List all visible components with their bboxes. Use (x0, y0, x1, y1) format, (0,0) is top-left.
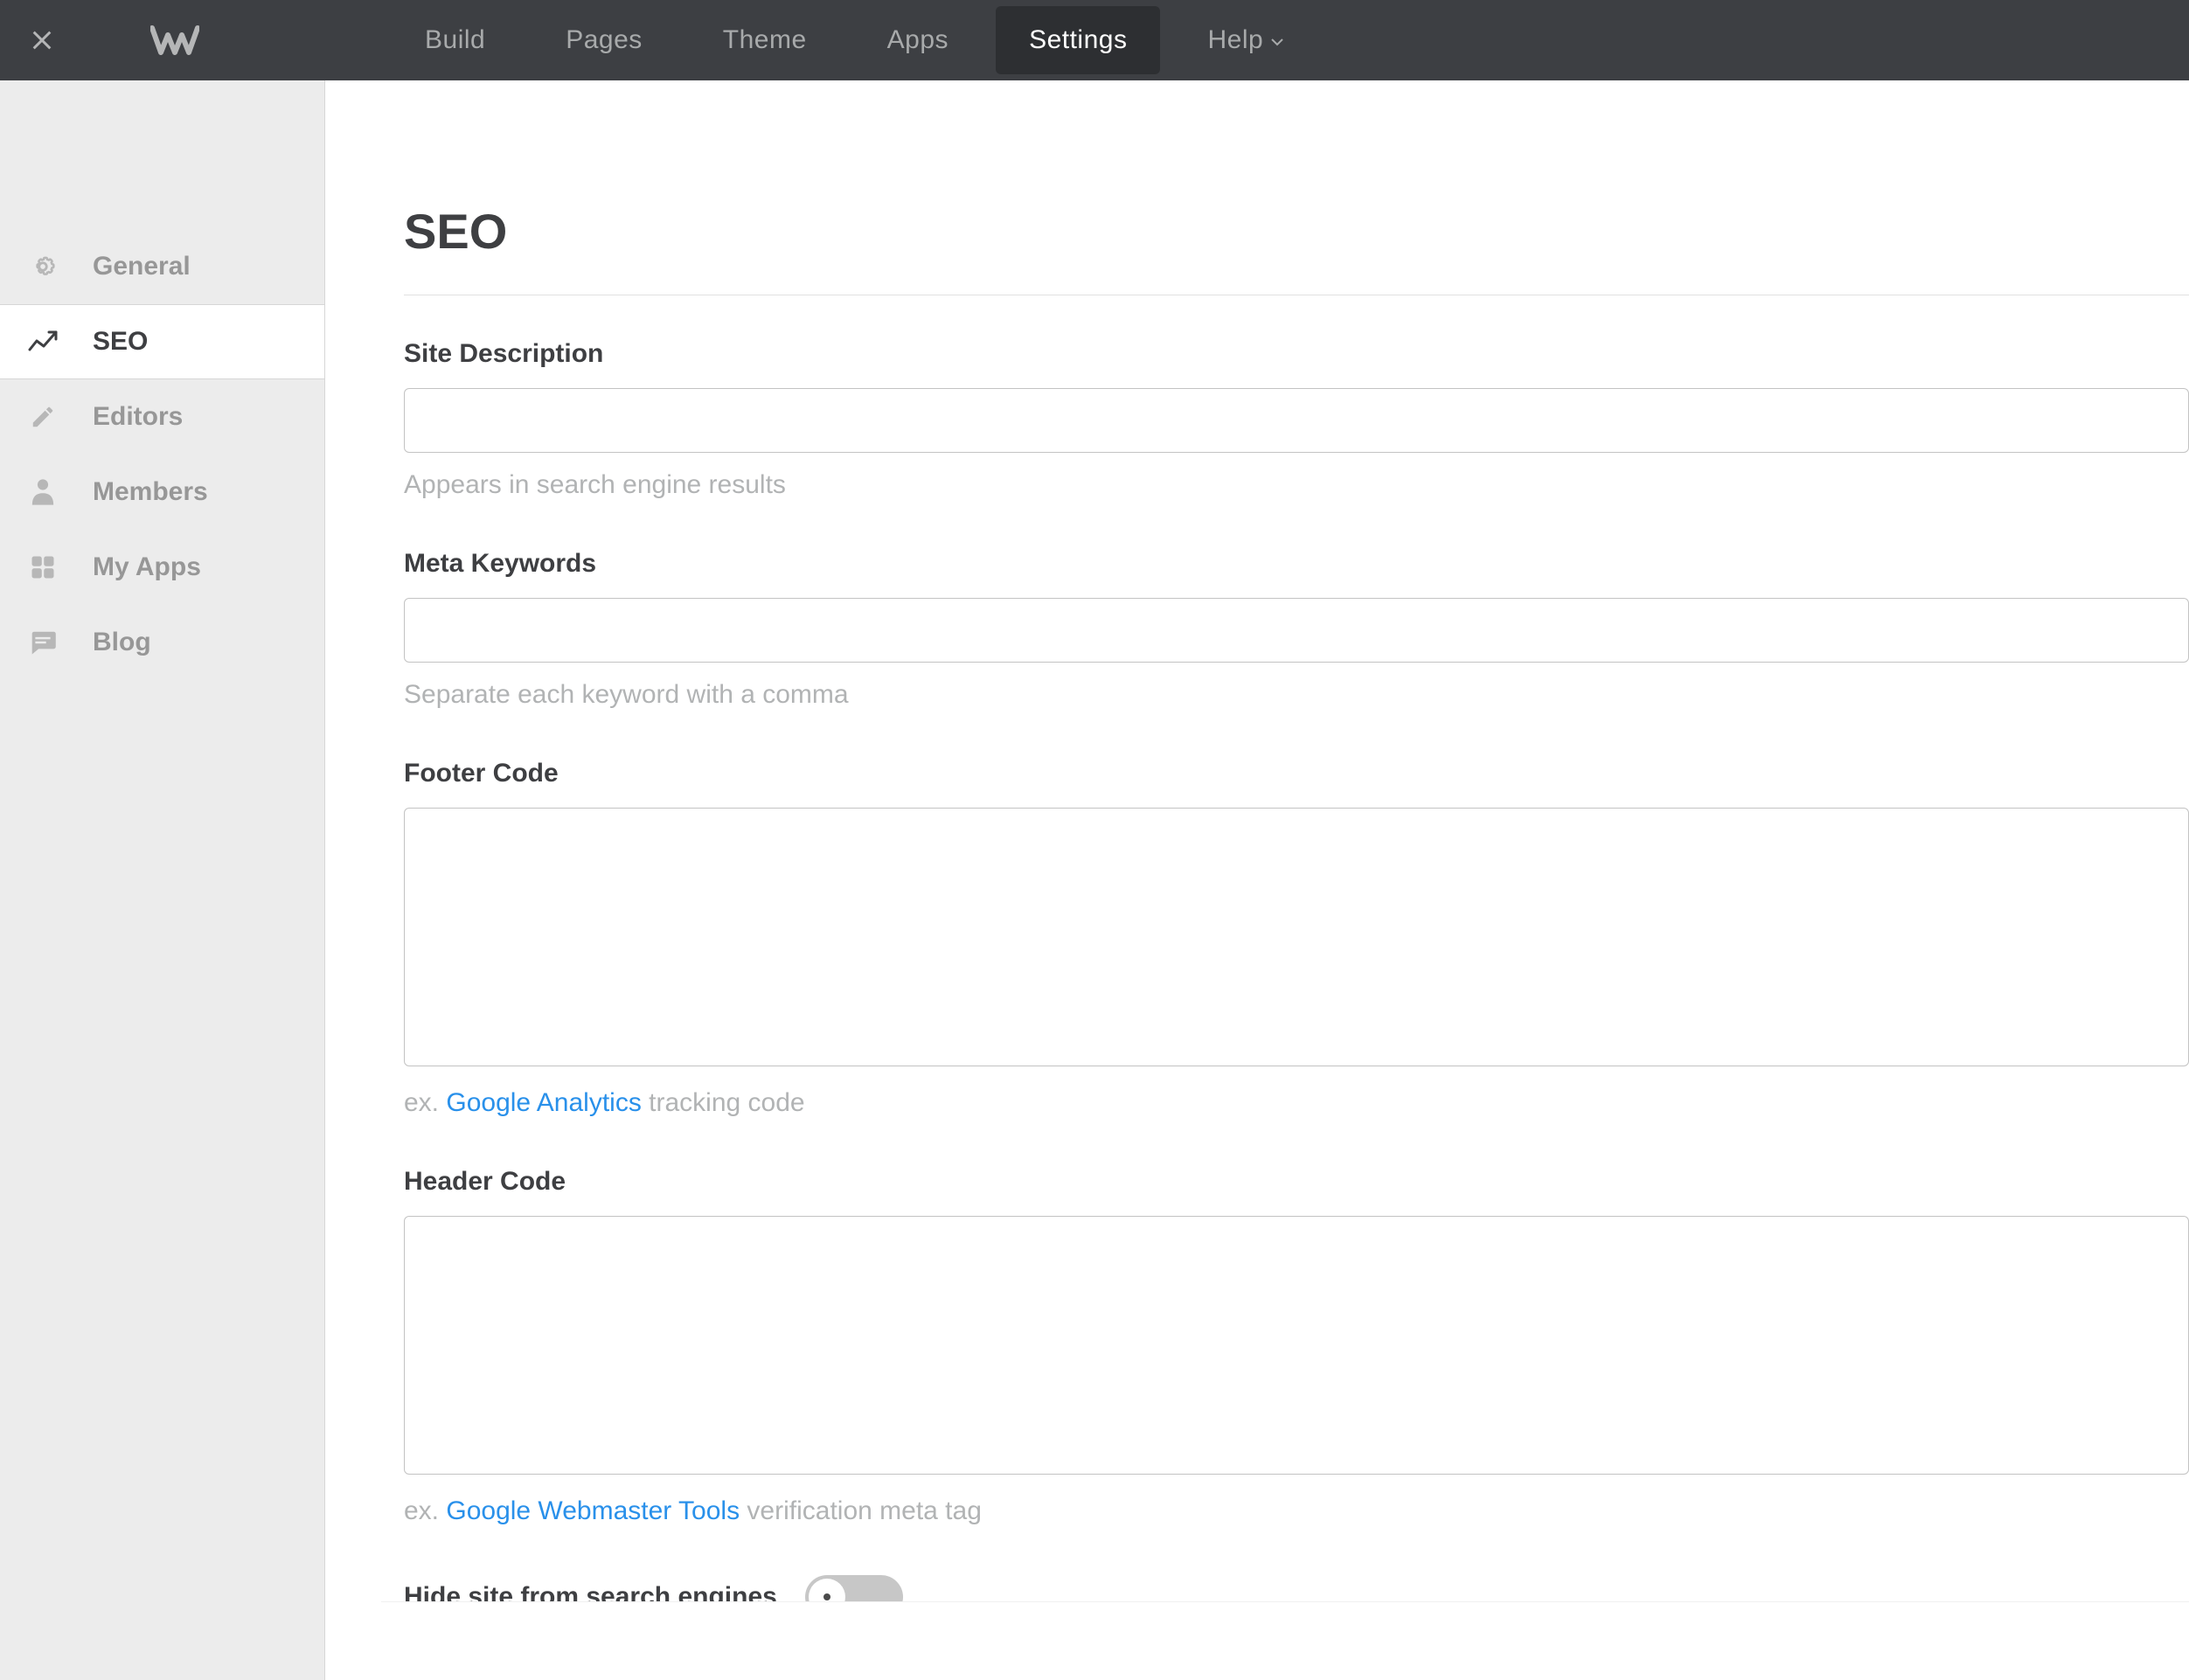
nav-apps[interactable]: Apps (854, 6, 982, 74)
google-webmaster-tools-link[interactable]: Google Webmaster Tools (446, 1496, 740, 1525)
topbar: Build Pages Theme Apps Settings Help (0, 0, 2189, 80)
nav-help[interactable]: Help (1174, 6, 1317, 74)
footer-code-textarea[interactable] (404, 808, 2189, 1066)
field-header-code: Header Code ex. Google Webmaster Tools v… (404, 1167, 2189, 1526)
sidebar: General SEO Editors (0, 80, 325, 1680)
field-meta-keywords: Meta Keywords Separate each keyword with… (404, 549, 2189, 710)
sidebar-item-label: General (93, 252, 191, 281)
hint-prefix: ex. (404, 1496, 446, 1525)
sidebar-item-seo[interactable]: SEO (0, 304, 324, 379)
sidebar-item-members[interactable]: Members (0, 455, 324, 530)
person-icon (24, 474, 61, 510)
logo[interactable] (147, 19, 203, 61)
field-hint: Appears in search engine results (404, 470, 2189, 500)
site-description-input[interactable] (404, 388, 2189, 453)
meta-keywords-input[interactable] (404, 598, 2189, 663)
sidebar-item-editors[interactable]: Editors (0, 379, 324, 455)
nav-theme[interactable]: Theme (690, 6, 840, 74)
field-label: Footer Code (404, 759, 2189, 788)
field-hint: ex. Google Analytics tracking code (404, 1088, 2189, 1118)
close-icon (30, 28, 54, 52)
sidebar-item-label: Members (93, 477, 208, 507)
field-hint: Separate each keyword with a comma (404, 680, 2189, 710)
hint-suffix: verification meta tag (740, 1496, 982, 1525)
content: SEO Site Description Appears in search e… (325, 80, 2189, 1680)
gear-icon (24, 248, 61, 285)
google-analytics-link[interactable]: Google Analytics (446, 1088, 641, 1117)
sidebar-item-blog[interactable]: Blog (0, 605, 324, 680)
field-footer-code: Footer Code ex. Google Analytics trackin… (404, 759, 2189, 1118)
sidebar-item-general[interactable]: General (0, 229, 324, 304)
sidebar-item-myapps[interactable]: My Apps (0, 530, 324, 605)
sidebar-item-label: SEO (93, 327, 148, 357)
grid-icon (24, 549, 61, 586)
header-code-textarea[interactable] (404, 1216, 2189, 1475)
field-label: Site Description (404, 339, 2189, 369)
chevron-down-icon (1270, 38, 1284, 46)
trend-icon (24, 323, 61, 360)
nav-help-label: Help (1207, 25, 1263, 55)
field-label: Meta Keywords (404, 549, 2189, 579)
nav-build[interactable]: Build (392, 6, 518, 74)
hint-prefix: ex. (404, 1088, 446, 1117)
bottom-strip (381, 1601, 2189, 1680)
field-hint: ex. Google Webmaster Tools verification … (404, 1496, 2189, 1526)
sidebar-item-label: My Apps (93, 552, 201, 582)
nav-settings[interactable]: Settings (996, 6, 1160, 74)
close-button[interactable] (21, 19, 63, 61)
weebly-logo-icon (150, 23, 199, 58)
field-label: Header Code (404, 1167, 2189, 1197)
page-title: SEO (404, 203, 2189, 295)
field-site-description: Site Description Appears in search engin… (404, 339, 2189, 500)
pencil-icon (24, 399, 61, 435)
sidebar-item-label: Editors (93, 402, 183, 432)
sidebar-item-label: Blog (93, 628, 151, 657)
message-icon (24, 624, 61, 661)
nav-pages[interactable]: Pages (532, 6, 676, 74)
hint-suffix: tracking code (642, 1088, 805, 1117)
topbar-nav: Build Pages Theme Apps Settings Help (385, 0, 1324, 80)
